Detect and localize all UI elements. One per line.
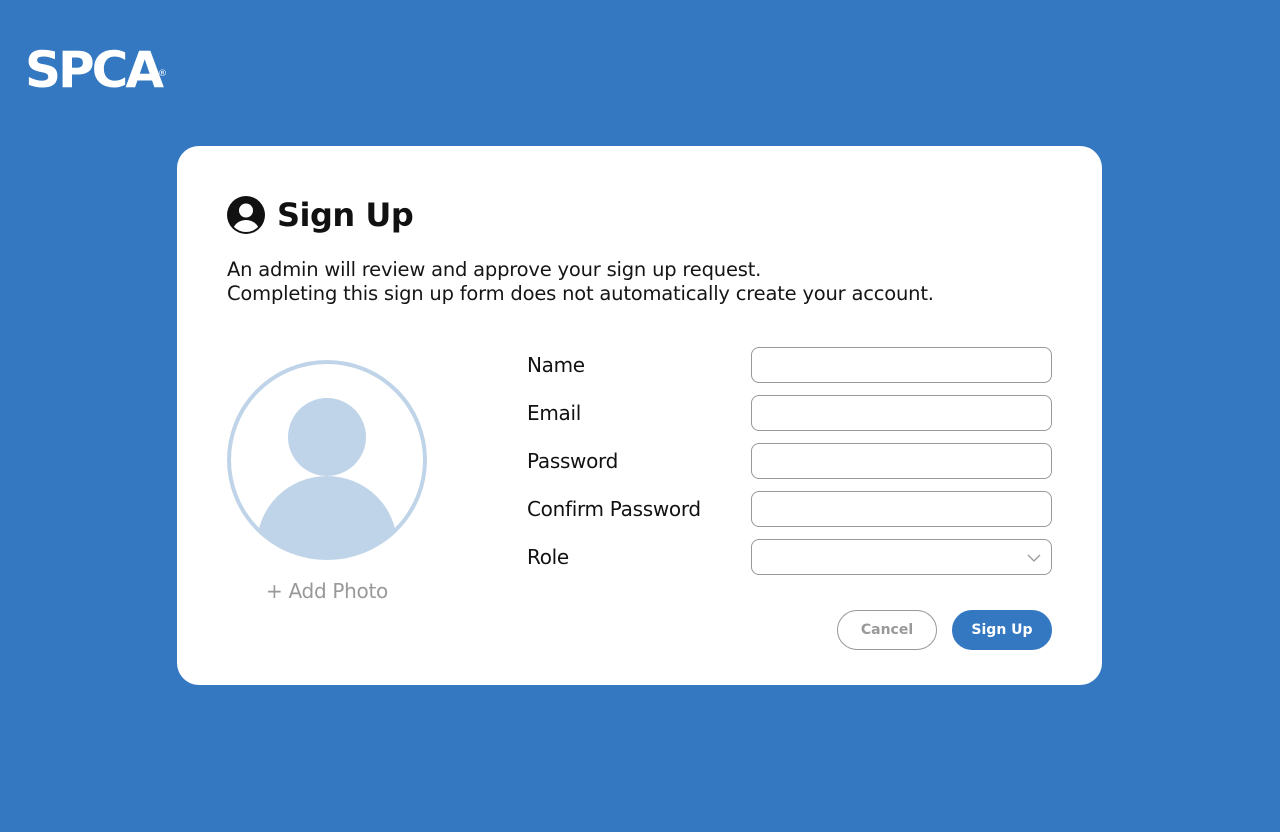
add-photo-link[interactable]: + Add Photo: [227, 579, 427, 603]
spca-logo: SPCA ®: [25, 40, 167, 100]
description-line-1: An admin will review and approve your si…: [227, 258, 762, 281]
chevron-down-icon: [1027, 554, 1041, 562]
registered-mark: ®: [158, 69, 168, 79]
name-input[interactable]: [751, 347, 1052, 383]
role-select[interactable]: [751, 539, 1052, 575]
cancel-button[interactable]: Cancel: [837, 610, 937, 650]
role-label: Role: [527, 545, 569, 569]
description-line-2: Completing this sign up form does not au…: [227, 282, 934, 305]
password-label: Password: [527, 449, 619, 473]
confirm-password-input[interactable]: [751, 491, 1052, 527]
page-title: Sign Up: [277, 196, 414, 234]
user-circle-icon: [227, 196, 265, 234]
password-input[interactable]: [751, 443, 1052, 479]
email-input[interactable]: [751, 395, 1052, 431]
email-label: Email: [527, 401, 581, 425]
name-label: Name: [527, 353, 585, 377]
sign-up-button[interactable]: Sign Up: [952, 610, 1052, 650]
logo-text: SPCA: [25, 41, 164, 99]
confirm-password-label: Confirm Password: [527, 497, 701, 521]
title-row: Sign Up: [227, 196, 414, 234]
avatar-placeholder-icon[interactable]: [227, 360, 427, 560]
signup-card: Sign Up An admin will review and approve…: [177, 146, 1102, 685]
signup-description: An admin will review and approve your si…: [227, 258, 934, 306]
